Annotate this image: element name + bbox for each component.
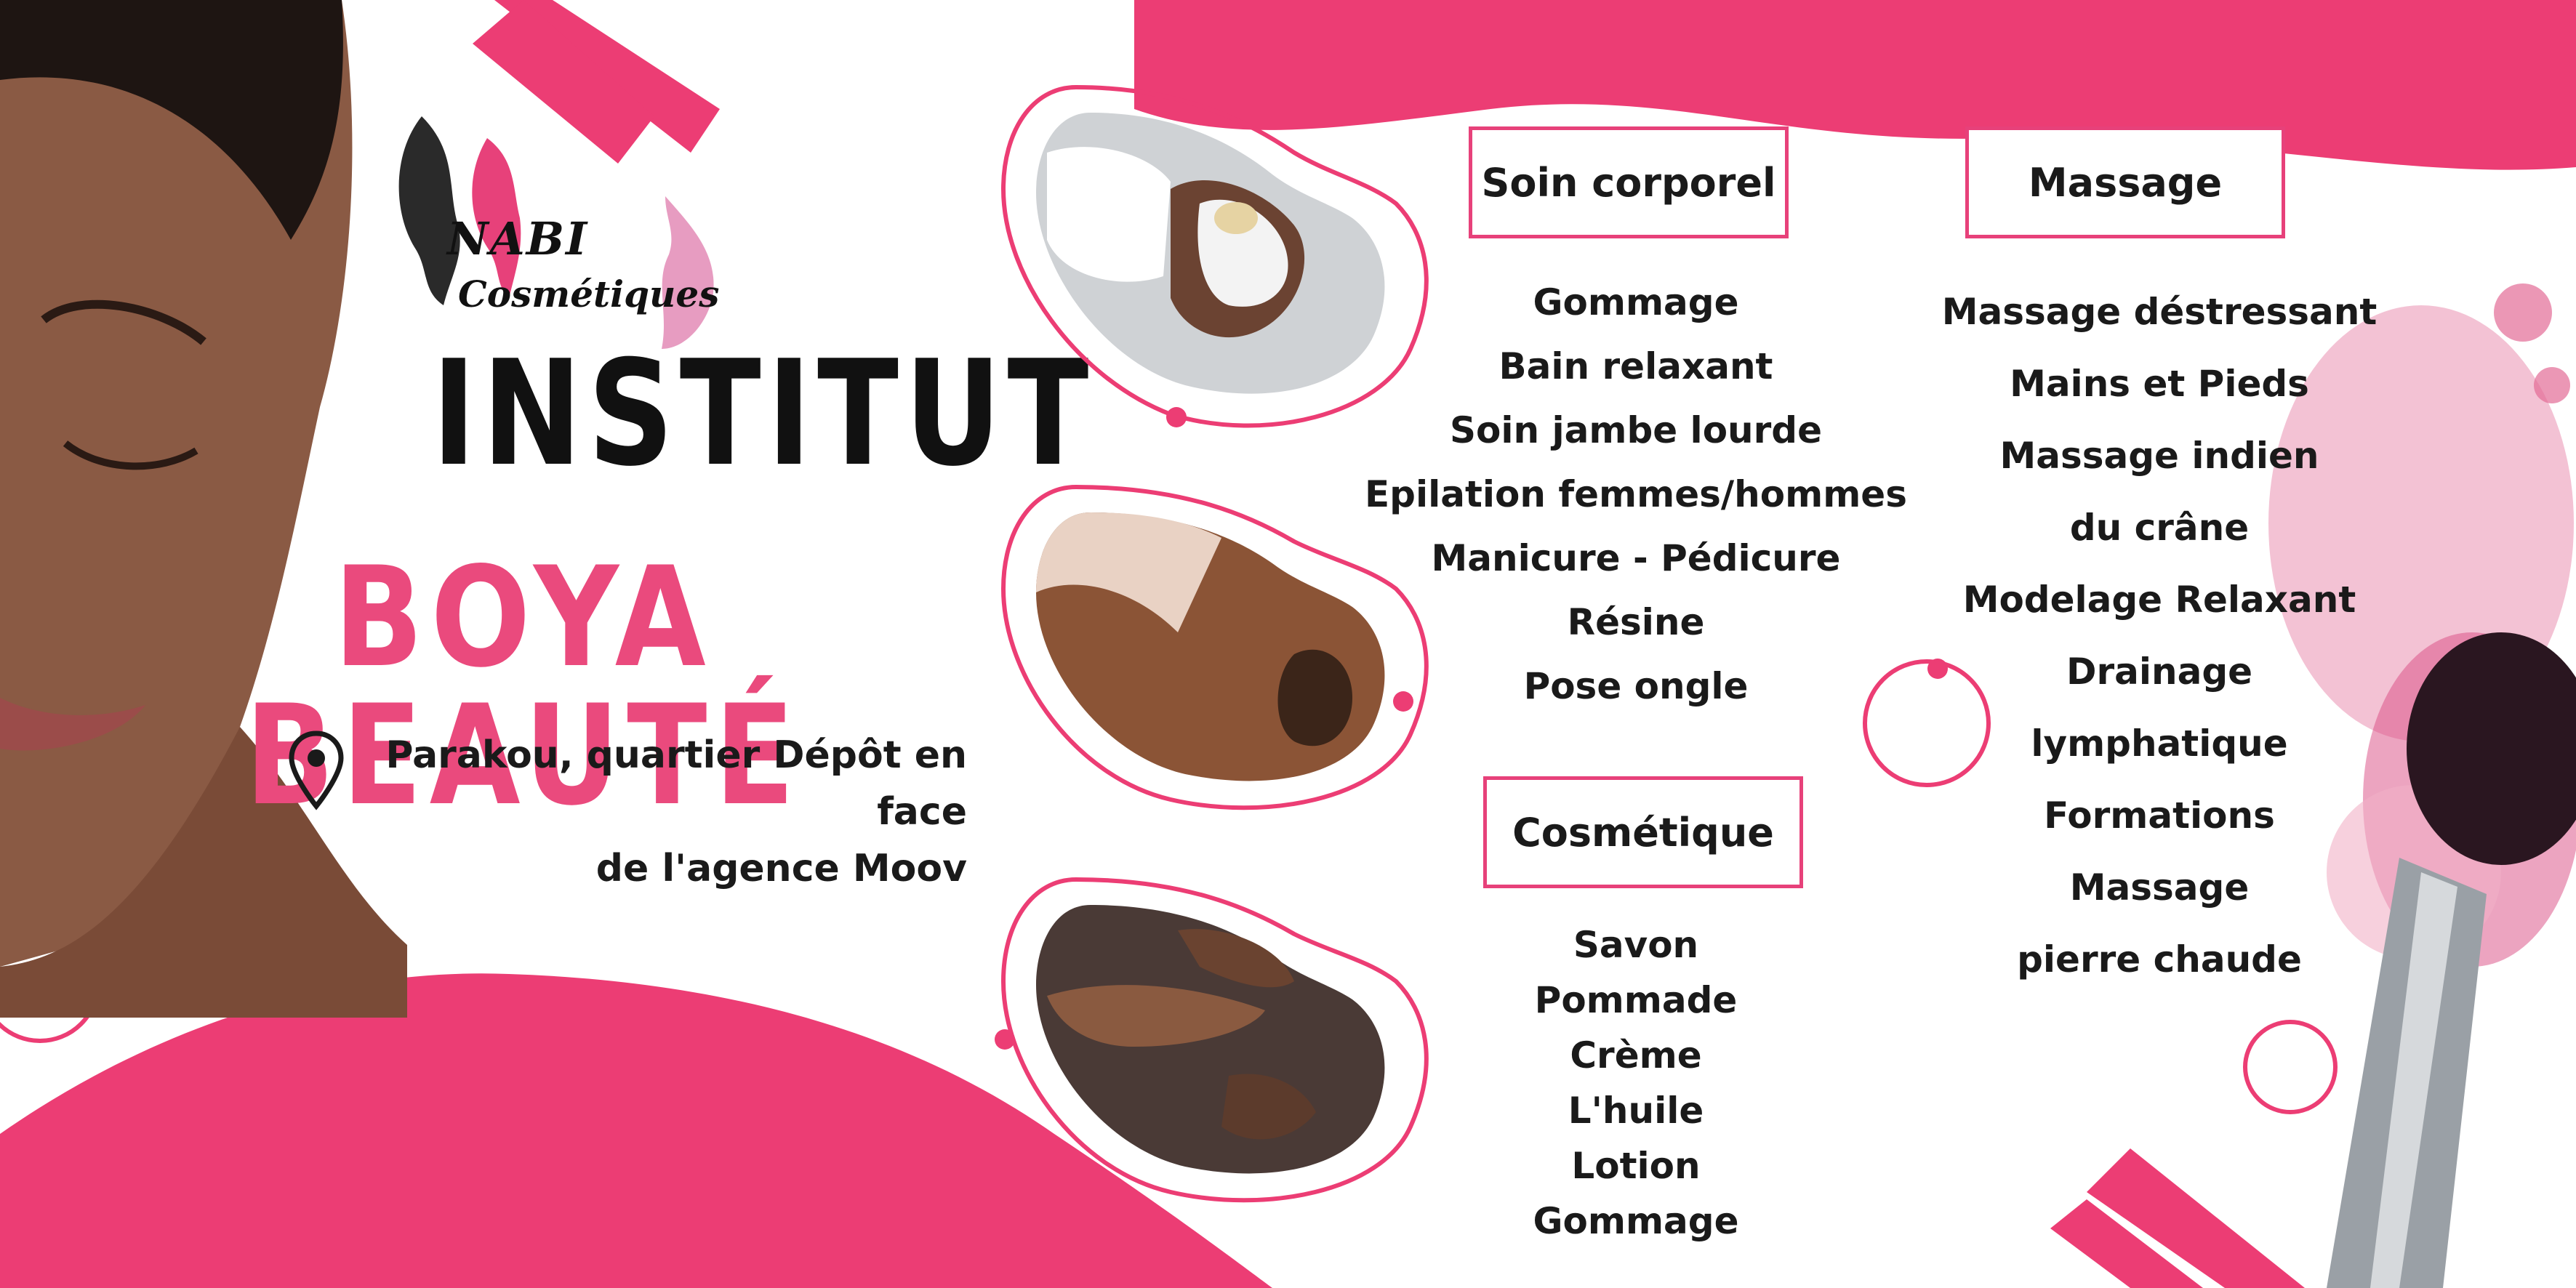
list-item: Formations	[2044, 794, 2275, 837]
list-item: Massage indien	[1999, 435, 2319, 477]
list-item: Résine	[1567, 601, 1705, 643]
list-item: pierre chaude	[2017, 938, 2302, 981]
address: Parakou, quartier Dépôt en face de l'age…	[349, 727, 967, 897]
address-line-1: Parakou, quartier Dépôt en face	[385, 733, 967, 834]
list-item: Soin jambe lourde	[1449, 409, 1823, 451]
woman-face-image	[0, 0, 407, 1018]
list-item: L'huile	[1568, 1090, 1704, 1132]
list-item: Massage déstressant	[1941, 291, 2378, 333]
list-item: Mains et Pieds	[2010, 363, 2309, 405]
list-item: lymphatique	[2031, 723, 2288, 765]
section-cosmetique-label: Cosmétique	[1483, 776, 1803, 888]
list-item: du crâne	[2069, 507, 2250, 549]
section-soin-corporel-label: Soin corporel	[1469, 126, 1789, 238]
list-item: Epilation femmes/hommes	[1365, 473, 1907, 515]
list-item: Bain relaxant	[1498, 345, 1773, 387]
list-item: Manicure - Pédicure	[1431, 537, 1841, 579]
massage-list: Massage déstressant Mains et Pieds Massa…	[1861, 276, 2457, 996]
soin-corporel-list: Gommage Bain relaxant Soin jambe lourde …	[1338, 270, 1934, 718]
list-item: Gommage	[1533, 281, 1739, 323]
manicure-photo	[995, 877, 1429, 1203]
logo-subtitle: Cosmétiques	[458, 273, 720, 315]
list-item: Gommage	[1533, 1200, 1739, 1242]
title-institut: INSTITUT	[431, 329, 1095, 499]
list-item: Pommade	[1534, 979, 1738, 1021]
section-massage-label: Massage	[1965, 126, 2285, 238]
list-item: Massage	[2069, 866, 2250, 909]
list-item: Lotion	[1571, 1145, 1701, 1187]
list-item: Savon	[1573, 924, 1699, 966]
cosmetique-list: Savon Pommade Crème L'huile Lotion Gomma…	[1447, 917, 1825, 1249]
logo-name: NABI	[447, 212, 589, 265]
location-pin-icon	[289, 730, 344, 810]
list-item: Pose ongle	[1523, 665, 1749, 707]
list-item: Drainage	[2066, 651, 2253, 693]
address-line-2: de l'agence Moov	[595, 847, 967, 890]
list-item: Modelage Relaxant	[1962, 579, 2356, 621]
list-item: Crème	[1570, 1034, 1702, 1076]
